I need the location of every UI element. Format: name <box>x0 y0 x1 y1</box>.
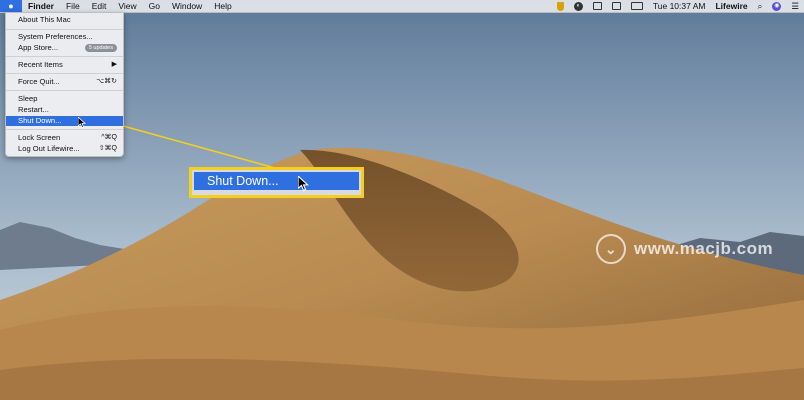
menu-help[interactable]: Help <box>208 0 237 12</box>
submenu-arrow-icon: ▶ <box>111 61 117 68</box>
menu-item-shut-down[interactable]: Shut Down... <box>6 116 123 126</box>
airplay-icon[interactable] <box>588 2 607 10</box>
menu-separator <box>6 56 123 57</box>
menu-separator <box>6 129 123 130</box>
callout-cursor-icon <box>298 176 309 191</box>
menu-window[interactable]: Window <box>166 0 208 12</box>
callout-shut-down-item: Shut Down... <box>194 172 359 190</box>
menu-item-sleep[interactable]: Sleep <box>6 94 123 104</box>
status-area: ◐ Tue 10:37 AM Lifewire ⌕ ◉ ☰ <box>552 0 804 12</box>
menu-edit[interactable]: Edit <box>86 0 113 12</box>
menu-view[interactable]: View <box>112 0 142 12</box>
shortcut-label: ⌥⌘↻ <box>96 78 117 85</box>
apple-dropdown-menu: About This Mac System Preferences... App… <box>5 12 124 157</box>
menu-item-label: Restart... <box>18 105 49 114</box>
menu-item-recent-items[interactable]: Recent Items ▶ <box>6 60 123 70</box>
apple-menu-button[interactable]: ● <box>0 0 22 12</box>
menu-item-system-preferences[interactable]: System Preferences... <box>6 32 123 42</box>
zoom-callout: Shut Down... <box>189 167 364 198</box>
apple-logo-icon: ● <box>8 1 14 11</box>
menu-item-app-store[interactable]: App Store... 5 updates <box>6 43 123 53</box>
menu-item-label: About This Mac <box>18 15 71 24</box>
search-icon[interactable]: ⌕ <box>753 0 768 12</box>
clock[interactable]: Tue 10:37 AM <box>648 0 711 12</box>
security-shield-icon[interactable] <box>552 1 569 11</box>
menu-item-log-out[interactable]: Log Out Lifewire... ⇧⌘Q <box>6 144 123 154</box>
display-icon[interactable] <box>607 2 626 10</box>
notification-center-icon[interactable]: ☰ <box>786 0 804 12</box>
menu-file[interactable]: File <box>60 0 86 12</box>
shortcut-label: ^⌘Q <box>101 134 117 141</box>
menu-separator <box>6 29 123 30</box>
menu-item-force-quit[interactable]: Force Quit... ⌥⌘↻ <box>6 77 123 87</box>
menu-go[interactable]: Go <box>143 0 166 12</box>
menu-item-label: App Store... <box>18 43 59 52</box>
menu-separator <box>6 90 123 91</box>
menu-item-label: Shut Down... <box>18 116 62 125</box>
menu-item-label: System Preferences... <box>18 32 93 41</box>
updates-badge: 5 updates <box>84 44 117 52</box>
menu-item-about[interactable]: About This Mac <box>6 15 123 25</box>
menu-finder[interactable]: Finder <box>22 0 60 12</box>
mouse-cursor-icon <box>78 117 86 128</box>
watermark-text: www.macjb.com <box>634 239 774 258</box>
shortcut-label: ⇧⌘Q <box>98 145 117 152</box>
menu-item-label: Force Quit... <box>18 77 60 86</box>
menu-item-label: Recent Items <box>18 60 63 69</box>
menu-item-label: Sleep <box>18 94 38 103</box>
menu-separator <box>6 73 123 74</box>
menu-item-lock-screen[interactable]: Lock Screen ^⌘Q <box>6 133 123 143</box>
menu-item-label: Lock Screen <box>18 133 61 142</box>
menu-item-restart[interactable]: Restart... <box>6 105 123 115</box>
menu-item-label: Log Out Lifewire... <box>18 144 80 153</box>
battery-icon[interactable] <box>626 2 648 10</box>
siri-icon[interactable]: ◉ <box>767 1 786 11</box>
watermark-logo-icon: ⌄ <box>596 234 626 264</box>
user-name[interactable]: Lifewire <box>710 0 752 12</box>
callout-label: Shut Down... <box>207 174 279 188</box>
app-status-icon[interactable]: ◐ <box>569 1 588 11</box>
watermark: ⌄ www.macjb.com <box>596 233 773 265</box>
